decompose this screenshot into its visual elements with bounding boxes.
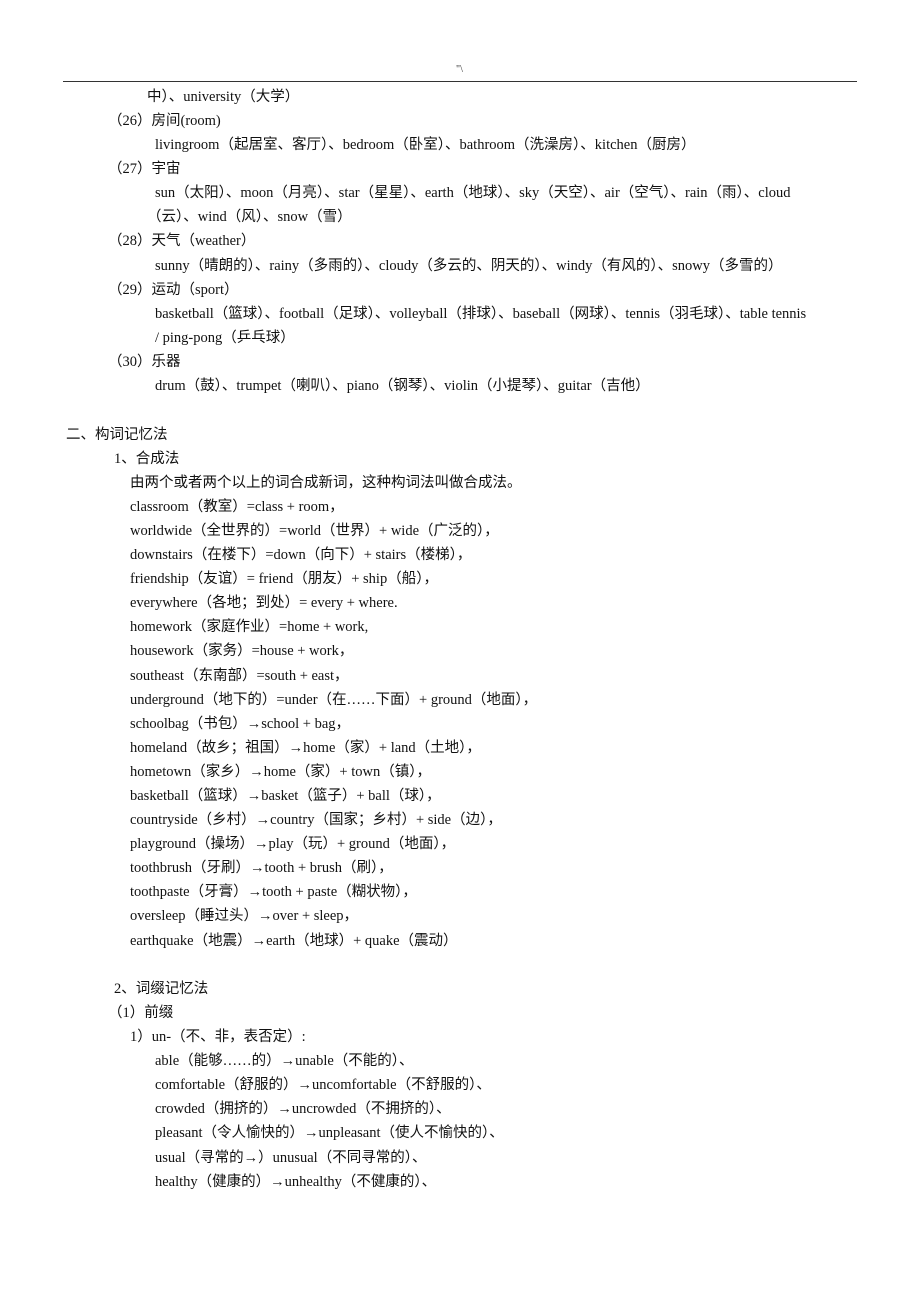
compound-example: toothbrush（牙刷）→tooth + brush（刷）， bbox=[130, 860, 393, 876]
category-label-27: （27）宇宙 bbox=[108, 161, 181, 177]
category-label-28: （28）天气（weather） bbox=[108, 233, 256, 249]
compound-example: oversleep（睡过头）→over + sleep， bbox=[130, 908, 359, 924]
section-title: 二、构词记忆法 bbox=[66, 427, 168, 443]
prefix-example: pleasant（令人愉快的）→unpleasant（使人不愉快的）、 bbox=[155, 1125, 504, 1141]
category-line: livingroom（起居室、客厅）、bedroom（卧室）、bathroom（… bbox=[155, 137, 696, 153]
compound-example: worldwide（全世界的）=world（世界）+ wide（广泛的）， bbox=[130, 523, 499, 539]
compound-example: basketball（篮球）→basket（篮子）+ ball（球）， bbox=[130, 788, 441, 804]
prefix-example: usual（寻常的→）unusual（不同寻常的）、 bbox=[155, 1150, 427, 1166]
prefix-example: comfortable（舒服的）→uncomfortable（不舒服的）、 bbox=[155, 1077, 491, 1093]
prefix-un-title: 1）un-（不、非，表否定）: bbox=[130, 1029, 306, 1045]
category-line: drum（鼓）、trumpet（喇叭）、piano（钢琴）、violin（小提琴… bbox=[155, 378, 650, 394]
category-line: sun（太阳）、moon（月亮）、star（星星）、earth（地球）、sky（… bbox=[155, 185, 791, 201]
subsection-title-compound: 1、合成法 bbox=[114, 451, 180, 467]
category-label-30: （30）乐器 bbox=[108, 354, 181, 370]
header-mark: "\ bbox=[456, 64, 463, 75]
compound-example: homeland（故乡；祖国）→home（家）+ land（土地）， bbox=[130, 740, 481, 756]
compound-example: friendship（友谊）= friend（朋友）+ ship（船）， bbox=[130, 571, 438, 587]
compound-example: countryside（乡村）→country（国家；乡村）+ side（边）， bbox=[130, 812, 502, 828]
compound-example: downstairs（在楼下）=down（向下）+ stairs（楼梯）， bbox=[130, 547, 472, 563]
compound-example: everywhere（各地；到处）= every + where. bbox=[130, 595, 398, 611]
prefix-example: healthy（健康的）→unhealthy（不健康的）、 bbox=[155, 1174, 437, 1190]
category-line: sunny（晴朗的）、rainy（多雨的）、cloudy（多云的、阴天的）、wi… bbox=[155, 258, 783, 274]
vocab-continued-line: 中）、university（大学） bbox=[147, 89, 300, 105]
header-rule bbox=[63, 81, 857, 82]
category-line: basketball（篮球）、football（足球）、volleyball（排… bbox=[155, 306, 807, 322]
compound-example: classroom（教室）=class + room， bbox=[130, 499, 344, 515]
compound-example: toothpaste（牙膏）→tooth + paste（糊状物）， bbox=[130, 884, 417, 900]
compound-example: southeast（东南部）=south + east， bbox=[130, 668, 349, 684]
category-label-29: （29）运动（sport） bbox=[108, 282, 239, 298]
compound-example: hometown（家乡）→home（家）+ town（镇）， bbox=[130, 764, 431, 780]
compound-example: housework（家务）=house + work， bbox=[130, 643, 354, 659]
compound-example: playground（操场）→play（玩）+ ground（地面）， bbox=[130, 836, 456, 852]
prefix-example: crowded（拥挤的）→uncrowded（不拥挤的）、 bbox=[155, 1101, 451, 1117]
category-line: （云）、wind（风）、snow（雪） bbox=[147, 209, 352, 225]
compound-example: earthquake（地震）→earth（地球）+ quake（震动） bbox=[130, 933, 458, 949]
prefix-title: （1）前缀 bbox=[108, 1005, 174, 1021]
subsection-title-affix: 2、词缀记忆法 bbox=[114, 981, 209, 997]
prefix-example: able（能够……的）→unable（不能的）、 bbox=[155, 1053, 414, 1069]
category-label-26: （26）房间(room) bbox=[108, 113, 221, 129]
compound-example: underground（地下的）=under（在……下面）+ ground（地面… bbox=[130, 692, 538, 708]
compound-example: schoolbag（书包）→school + bag， bbox=[130, 716, 351, 732]
compound-example: homework（家庭作业）=home + work, bbox=[130, 619, 369, 635]
category-line: / ping-pong（乒乓球） bbox=[155, 330, 295, 346]
compound-intro: 由两个或者两个以上的词合成新词，这种构词法叫做合成法。 bbox=[130, 475, 522, 491]
